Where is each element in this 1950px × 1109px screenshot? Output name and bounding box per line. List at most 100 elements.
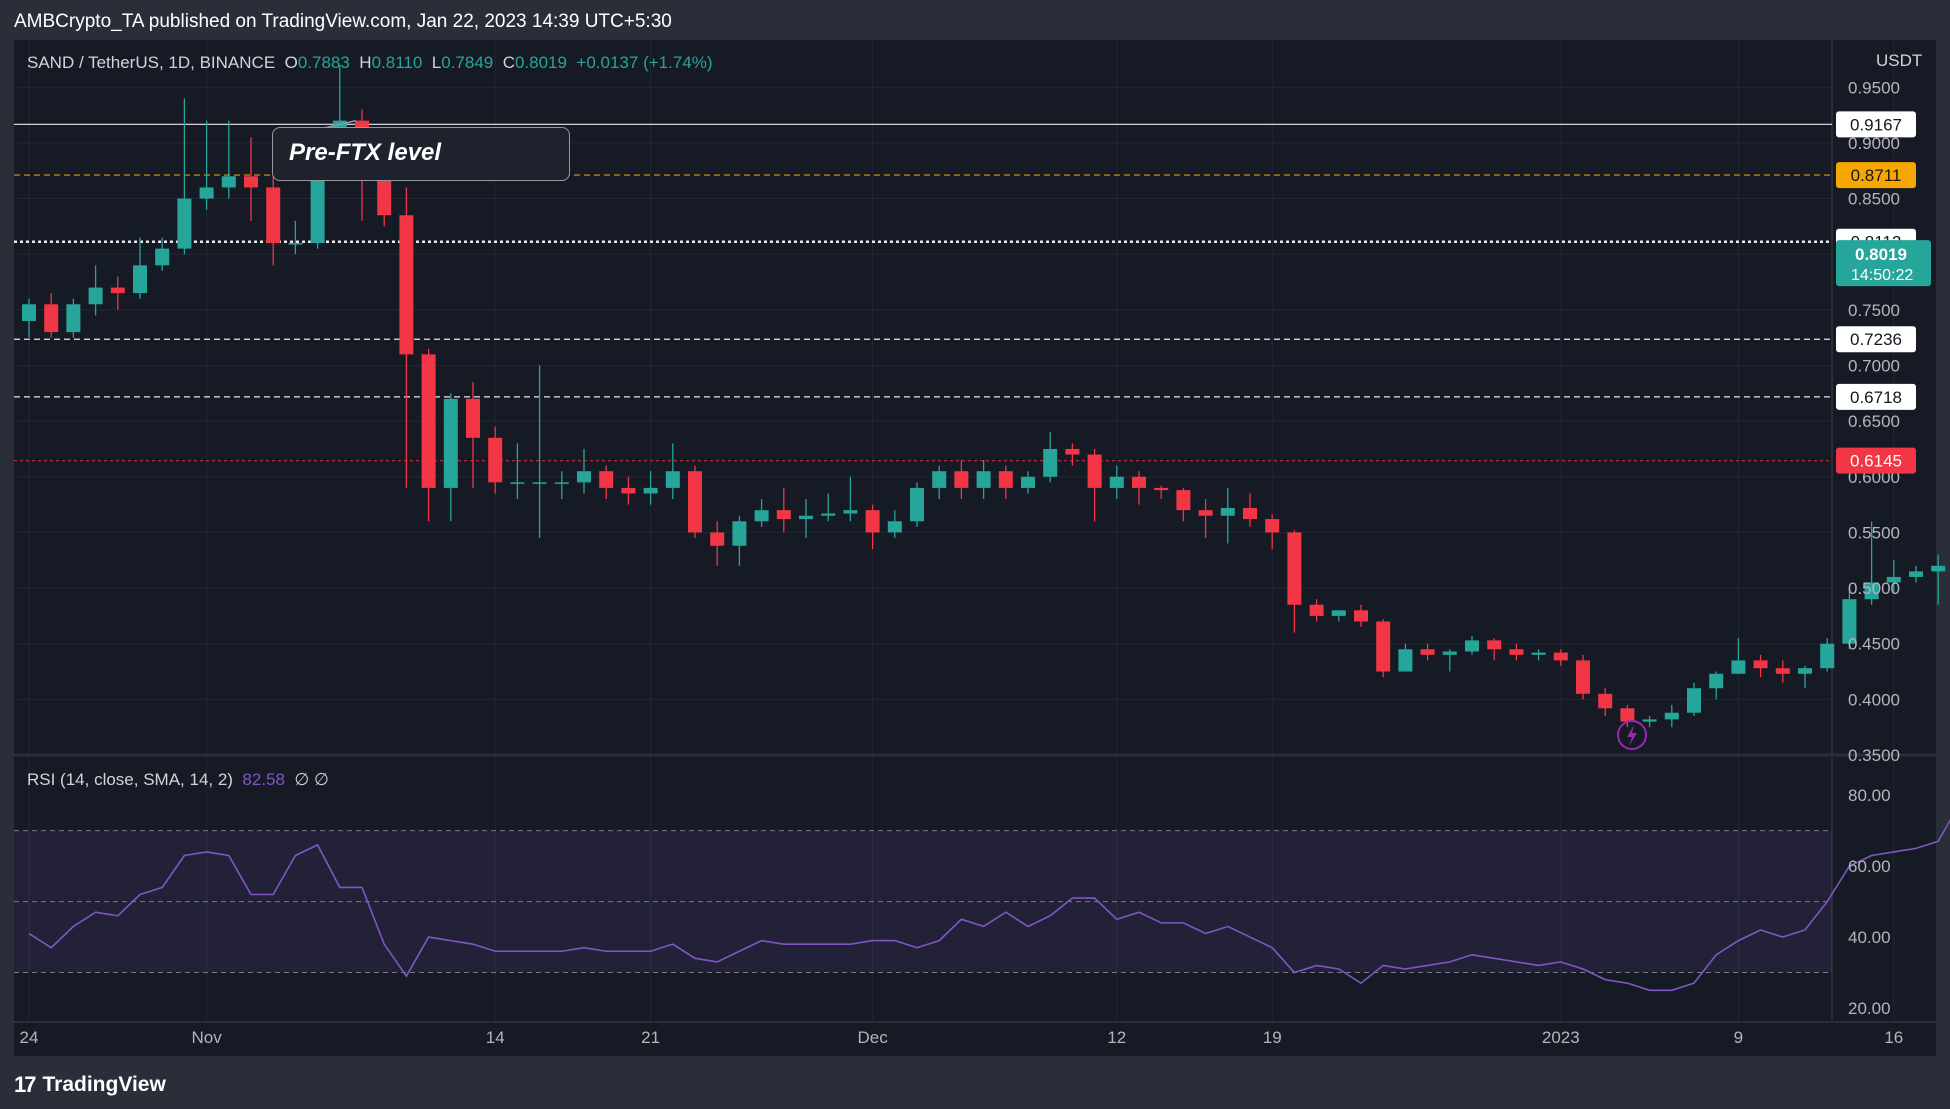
- candle-body: [1309, 604, 1324, 616]
- candle-body: [1287, 532, 1302, 605]
- low-value: 0.7849: [441, 53, 494, 72]
- change-value: +0.0137 (+1.74%): [576, 53, 713, 72]
- open-value: 0.7883: [297, 53, 350, 72]
- close-label: C: [502, 53, 515, 72]
- candle-body: [599, 471, 614, 488]
- candle-body: [199, 187, 214, 199]
- level-price-label: 0.8711: [1851, 166, 1902, 185]
- candle-body: [710, 532, 725, 546]
- tradingview-brand: TradingView: [42, 1073, 166, 1096]
- candle-body: [776, 510, 791, 520]
- price-tick-label: 0.5000: [1848, 579, 1900, 598]
- candle-body: [244, 176, 258, 188]
- candle-body: [1465, 640, 1479, 652]
- candle-body: [821, 513, 836, 516]
- candle-body: [1043, 448, 1058, 477]
- price-tick-label: 0.8500: [1848, 190, 1900, 209]
- candle-body: [665, 471, 680, 488]
- candle-body: [1576, 660, 1590, 694]
- price-tick-label: 0.7500: [1848, 301, 1900, 320]
- candle-body: [554, 482, 569, 484]
- candle-body: [510, 482, 525, 484]
- candle-body: [1376, 621, 1391, 672]
- candle-body: [643, 487, 658, 494]
- candle-body: [1154, 487, 1169, 491]
- candle-body: [421, 354, 436, 488]
- rsi-legend: RSI (14, close, SMA, 14, 2) 82.58 ∅ ∅: [27, 770, 329, 790]
- candle-body: [88, 287, 103, 305]
- rsi-tick-label: 60.00: [1848, 857, 1891, 876]
- candle-body: [221, 176, 236, 188]
- candle-body: [177, 198, 192, 249]
- price-tick-label: 0.3500: [1848, 746, 1900, 765]
- candle-body: [488, 437, 503, 483]
- last-price-label: 0.8019: [1855, 245, 1907, 264]
- currency-label: USDT: [1876, 51, 1922, 70]
- candle-body: [1220, 507, 1235, 516]
- level-price-label: 0.6145: [1850, 452, 1902, 471]
- level-price-label: 0.9167: [1850, 115, 1902, 134]
- candle-body: [1132, 476, 1146, 488]
- time-tick-label: 19: [1263, 1028, 1282, 1047]
- tradingview-logo-icon: 17: [14, 1072, 37, 1097]
- time-axis: 24Nov1421Dec1219202391623Feb: [20, 1028, 1904, 1047]
- time-tick-label: 24: [20, 1028, 39, 1047]
- candle-body: [754, 510, 769, 522]
- symbol-legend: SAND / TetherUS, 1D, BINANCE O0.7883 H0.…: [27, 53, 713, 73]
- candle-body: [1354, 610, 1368, 622]
- rsi-value: 82.58: [242, 770, 285, 789]
- candle-body: [577, 471, 591, 483]
- candle-body: [1798, 668, 1812, 674]
- price-tick-label: 0.7000: [1848, 356, 1900, 375]
- candle-body: [910, 487, 924, 522]
- rsi-pane: 20.00 40.00 60.00 80.00: [14, 786, 1950, 1018]
- candle-body: [1265, 519, 1280, 533]
- time-tick-label: 2023: [1542, 1028, 1580, 1047]
- candle-body: [688, 471, 702, 533]
- candle-body: [1420, 649, 1435, 655]
- candle-body: [110, 287, 125, 294]
- candle-body: [1598, 693, 1613, 709]
- price-tick-label: 0.5500: [1848, 523, 1900, 542]
- candle-body: [399, 215, 414, 355]
- price-tick-label: 0.4500: [1848, 635, 1900, 654]
- candle-body: [1775, 668, 1790, 674]
- candle-body: [133, 265, 147, 294]
- time-tick-label: 9: [1734, 1028, 1743, 1047]
- level-price-label: 0.7236: [1850, 330, 1902, 349]
- candle-body: [887, 521, 902, 533]
- candle-body: [799, 515, 813, 520]
- rsi-tick-label: 80.00: [1848, 786, 1891, 805]
- high-value: 0.8110: [371, 53, 423, 72]
- time-tick-label: 12: [1107, 1028, 1126, 1047]
- candle-body: [1021, 476, 1035, 488]
- candle-body: [998, 471, 1013, 488]
- candle-body: [1620, 708, 1635, 722]
- tradingview-footer[interactable]: 17 TradingView: [14, 1070, 166, 1100]
- low-label: L: [431, 53, 442, 72]
- candle-body: [1176, 490, 1191, 511]
- rsi-tick-label: 40.00: [1848, 928, 1891, 947]
- rsi-extra: ∅ ∅: [294, 770, 329, 789]
- lightning-bolt-icon: [1627, 725, 1637, 746]
- candle-body: [66, 304, 81, 333]
- candle-body: [155, 248, 170, 266]
- candle-body: [1753, 660, 1768, 669]
- price-axis: USDT0.35000.40000.45000.50000.55000.6000…: [1836, 51, 1931, 765]
- close-value: 0.8019: [514, 53, 567, 72]
- candle-body: [621, 487, 636, 494]
- time-tick-label: 16: [1884, 1028, 1903, 1047]
- candle-body: [1731, 660, 1746, 674]
- candle-body: [44, 304, 59, 333]
- candle-body: [266, 187, 281, 244]
- time-tick-label: 14: [486, 1028, 505, 1047]
- pre-ftx-annotation[interactable]: Pre-FTX level: [272, 127, 570, 181]
- candle-body: [1087, 454, 1102, 488]
- time-tick-label: Nov: [191, 1028, 222, 1047]
- candle-body: [1243, 507, 1257, 520]
- candle-body: [1198, 510, 1213, 516]
- rsi-label: RSI (14, close, SMA, 14, 2): [27, 770, 233, 789]
- time-tick-label: Dec: [857, 1028, 888, 1047]
- candle-body: [976, 471, 991, 488]
- countdown-label: 14:50:22: [1851, 267, 1913, 284]
